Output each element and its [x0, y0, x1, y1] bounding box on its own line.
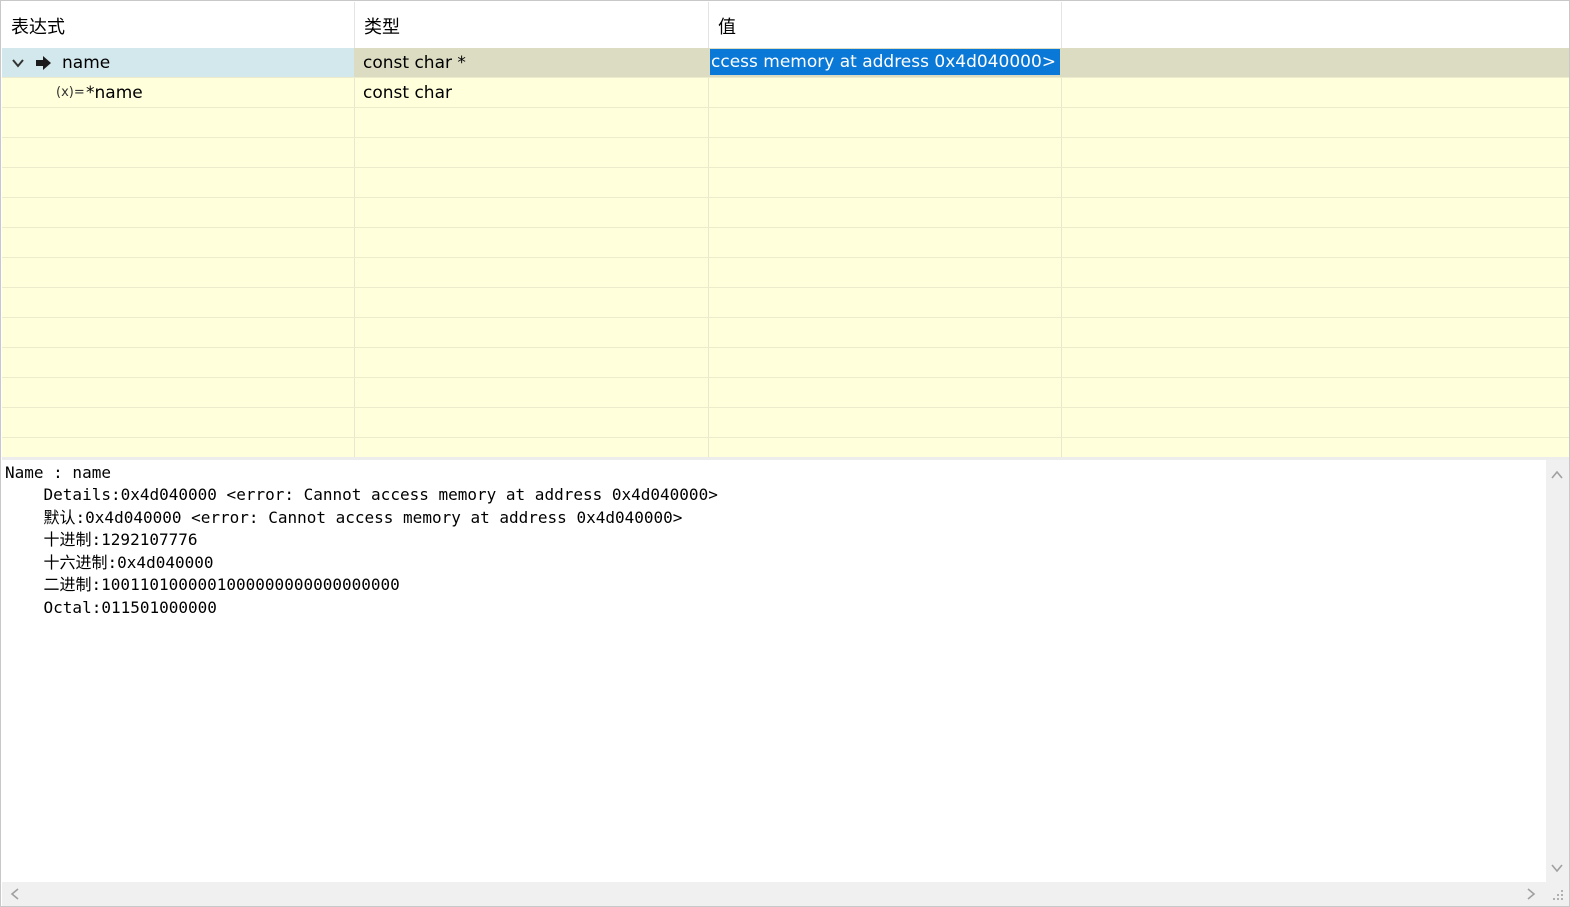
expression-cell: name	[2, 48, 354, 77]
empty-row	[2, 168, 1569, 198]
column-header-empty	[1062, 2, 1569, 48]
scroll-down-icon[interactable]	[1550, 861, 1564, 875]
column-header-value[interactable]: 值	[709, 2, 1062, 48]
empty-row	[2, 408, 1569, 438]
empty-row	[2, 258, 1569, 288]
empty-row	[2, 108, 1569, 138]
details-line: 十进制:1292107776	[5, 530, 198, 549]
variable-icon: (x)=	[56, 85, 85, 100]
details-line: Octal:011501000000	[5, 598, 217, 617]
empty-row	[2, 318, 1569, 348]
chevron-down-icon[interactable]	[12, 57, 24, 69]
empty-row	[2, 138, 1569, 168]
details-line: Name : name	[5, 463, 111, 482]
details-line: Details:0x4d040000 <error: Cannot access…	[5, 485, 718, 504]
value-cell	[711, 78, 1051, 107]
details-pane[interactable]: Name : name Details:0x4d040000 <error: C…	[2, 460, 1546, 882]
watch-table: 表达式 类型 值 name const char * ccess memory …	[2, 2, 1569, 457]
scroll-right-icon[interactable]	[1524, 887, 1538, 901]
resize-grip-icon	[1553, 890, 1563, 900]
watch-table-header: 表达式 类型 值	[2, 2, 1569, 48]
horizontal-scrollbar[interactable]	[2, 882, 1546, 906]
type-cell: const char	[363, 83, 452, 103]
empty-row	[2, 378, 1569, 408]
resize-grip[interactable]	[1546, 882, 1569, 906]
empty-row	[2, 348, 1569, 378]
vertical-scrollbar[interactable]	[1546, 460, 1569, 882]
details-line: 十六进制:0x4d040000	[5, 553, 214, 572]
expression-name: name	[62, 53, 111, 73]
details-line: 二进制:1001101000001000000000000000000	[5, 575, 400, 594]
empty-row	[2, 198, 1569, 228]
scroll-up-icon[interactable]	[1550, 468, 1564, 482]
debugger-watch-panel: 表达式 类型 值 name const char * ccess memory …	[0, 0, 1570, 907]
expression-name: *name	[86, 83, 143, 103]
scroll-left-icon[interactable]	[8, 887, 22, 901]
type-cell: const char *	[363, 53, 466, 73]
empty-row	[2, 228, 1569, 258]
empty-row	[2, 288, 1569, 318]
column-header-type[interactable]: 类型	[355, 2, 709, 48]
arrow-right-icon	[36, 56, 51, 70]
value-cell-editing[interactable]: ccess memory at address 0x4d040000>	[710, 49, 1060, 75]
column-header-expression[interactable]: 表达式	[2, 2, 355, 48]
details-line: 默认:0x4d040000 <error: Cannot access memo…	[5, 508, 683, 527]
watch-row-name[interactable]: name const char * ccess memory at addres…	[2, 48, 1569, 78]
watch-row-deref-name[interactable]: (x)= *name const char	[2, 78, 1569, 108]
expression-cell: (x)= *name	[2, 78, 354, 107]
